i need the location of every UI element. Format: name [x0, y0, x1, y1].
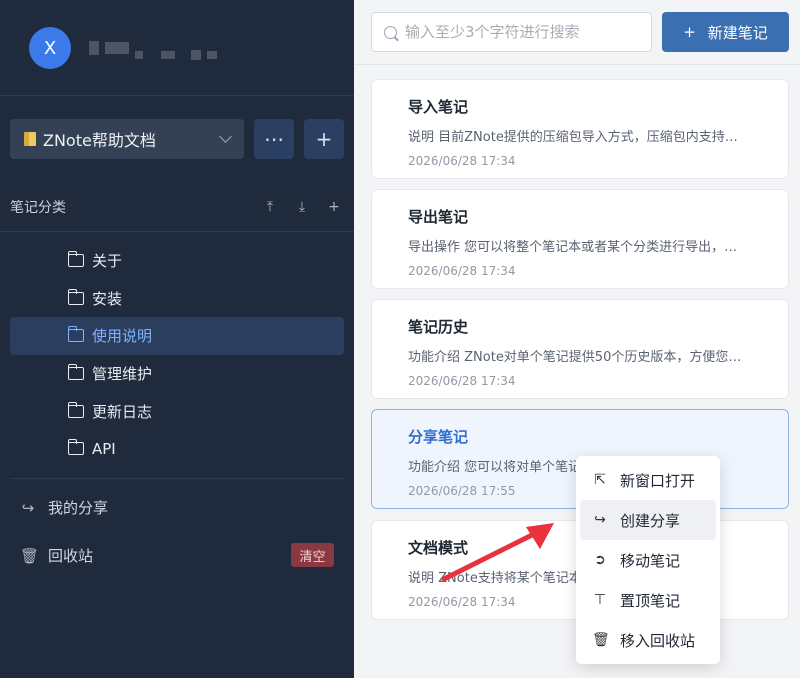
more-button[interactable]: ⋯: [254, 119, 294, 159]
menu-create-share[interactable]: ↪ 创建分享: [580, 500, 716, 540]
my-share-link[interactable]: ↪ 我的分享: [20, 497, 108, 518]
category-header: 笔记分类 ⤒ ⤓ +: [10, 197, 344, 217]
note-title: 导入笔记: [408, 98, 469, 116]
annotation-arrow-icon: [441, 523, 554, 582]
category-tree: 关于 安装 使用说明 管理维护 更新日志 API: [10, 242, 344, 468]
category-item[interactable]: 关于: [10, 242, 344, 280]
note-title: 分享笔记: [408, 428, 469, 446]
trash-link[interactable]: 🗑 回收站: [20, 545, 93, 566]
upload-icon[interactable]: ⤒: [260, 199, 280, 215]
category-item[interactable]: 安装: [10, 280, 344, 318]
folder-icon: [67, 364, 84, 381]
note-date: 2026/06/28 17:34: [408, 264, 516, 278]
share-icon: ↪: [21, 498, 35, 517]
menu-pin-note[interactable]: ⊤ 置顶笔记: [580, 580, 716, 620]
share-icon: ↪: [594, 512, 606, 528]
user-profile[interactable]: X: [29, 27, 217, 69]
user-name-redacted: [89, 36, 217, 60]
download-icon[interactable]: ⤓: [292, 199, 312, 215]
divider: [0, 95, 354, 96]
add-category-icon[interactable]: +: [324, 199, 344, 215]
folder-icon: [67, 251, 84, 268]
clear-trash-button[interactable]: 清空: [291, 543, 334, 567]
note-title: 导出笔记: [408, 208, 469, 226]
pin-icon: ⊤: [593, 592, 607, 608]
sidebar: X ZNote帮助文档 ⋯ + 笔记分类 ⤒ ⤓ + 关于 安装 使用说明 管理…: [0, 0, 354, 678]
divider: [354, 64, 800, 65]
add-notebook-button[interactable]: +: [304, 119, 344, 159]
note-card[interactable]: 导出笔记 导出操作 您可以将整个笔记本或者某个分类进行导出，… 2026/06/…: [371, 189, 789, 289]
avatar[interactable]: X: [29, 27, 71, 69]
category-item[interactable]: 更新日志: [10, 392, 344, 430]
category-title: 笔记分类: [10, 200, 66, 216]
move-icon: ➲: [594, 552, 606, 568]
menu-open-new-window[interactable]: ⇱ 新窗口打开: [580, 460, 716, 500]
divider: [10, 478, 344, 479]
menu-move-note[interactable]: ➲ 移动笔记: [580, 540, 716, 580]
search-input[interactable]: [405, 23, 645, 41]
plus-icon: +: [683, 23, 696, 41]
context-menu: ⇱ 新窗口打开 ↪ 创建分享 ➲ 移动笔记 ⊤ 置顶笔记 🗑 移入回收站: [576, 456, 720, 664]
notebook-select[interactable]: ZNote帮助文档: [10, 119, 244, 159]
note-card[interactable]: 笔记历史 功能介绍 ZNote对单个笔记提供50个历史版本，方便您… 2026/…: [371, 299, 789, 399]
new-note-button[interactable]: + 新建笔记: [662, 12, 789, 52]
chevron-down-icon: [219, 130, 232, 143]
folder-icon: [67, 401, 84, 418]
menu-move-to-trash[interactable]: 🗑 移入回收站: [580, 620, 716, 660]
trash-icon: 🗑: [592, 632, 610, 648]
folder-icon: [67, 288, 84, 305]
external-link-icon: ⇱: [594, 472, 606, 488]
notebook-name: ZNote帮助文档: [43, 131, 156, 150]
note-desc: 功能介绍 ZNote对单个笔记提供50个历史版本，方便您…: [408, 350, 742, 365]
folder-icon: [67, 439, 84, 456]
note-card[interactable]: 导入笔记 说明 目前ZNote提供的压缩包导入方式，压缩包内支持… 2026/0…: [371, 79, 789, 179]
search-box[interactable]: [371, 12, 652, 52]
folder-open-icon: [67, 326, 84, 343]
category-item[interactable]: 管理维护: [10, 355, 344, 393]
category-item[interactable]: API: [10, 430, 344, 468]
notebook-icon: [24, 132, 36, 146]
search-icon: [384, 25, 397, 39]
note-title: 笔记历史: [408, 318, 469, 336]
note-desc: 导出操作 您可以将整个笔记本或者某个分类进行导出，…: [408, 240, 738, 255]
note-date: 2026/06/28 17:34: [408, 374, 516, 388]
trash-icon: 🗑: [20, 546, 40, 565]
note-date: 2026/06/28 17:34: [408, 154, 516, 168]
divider: [0, 231, 354, 232]
note-desc: 说明 目前ZNote提供的压缩包导入方式，压缩包内支持…: [408, 130, 738, 145]
category-item-active[interactable]: 使用说明: [10, 317, 344, 355]
notebook-toolbar: ZNote帮助文档 ⋯ +: [10, 119, 344, 159]
